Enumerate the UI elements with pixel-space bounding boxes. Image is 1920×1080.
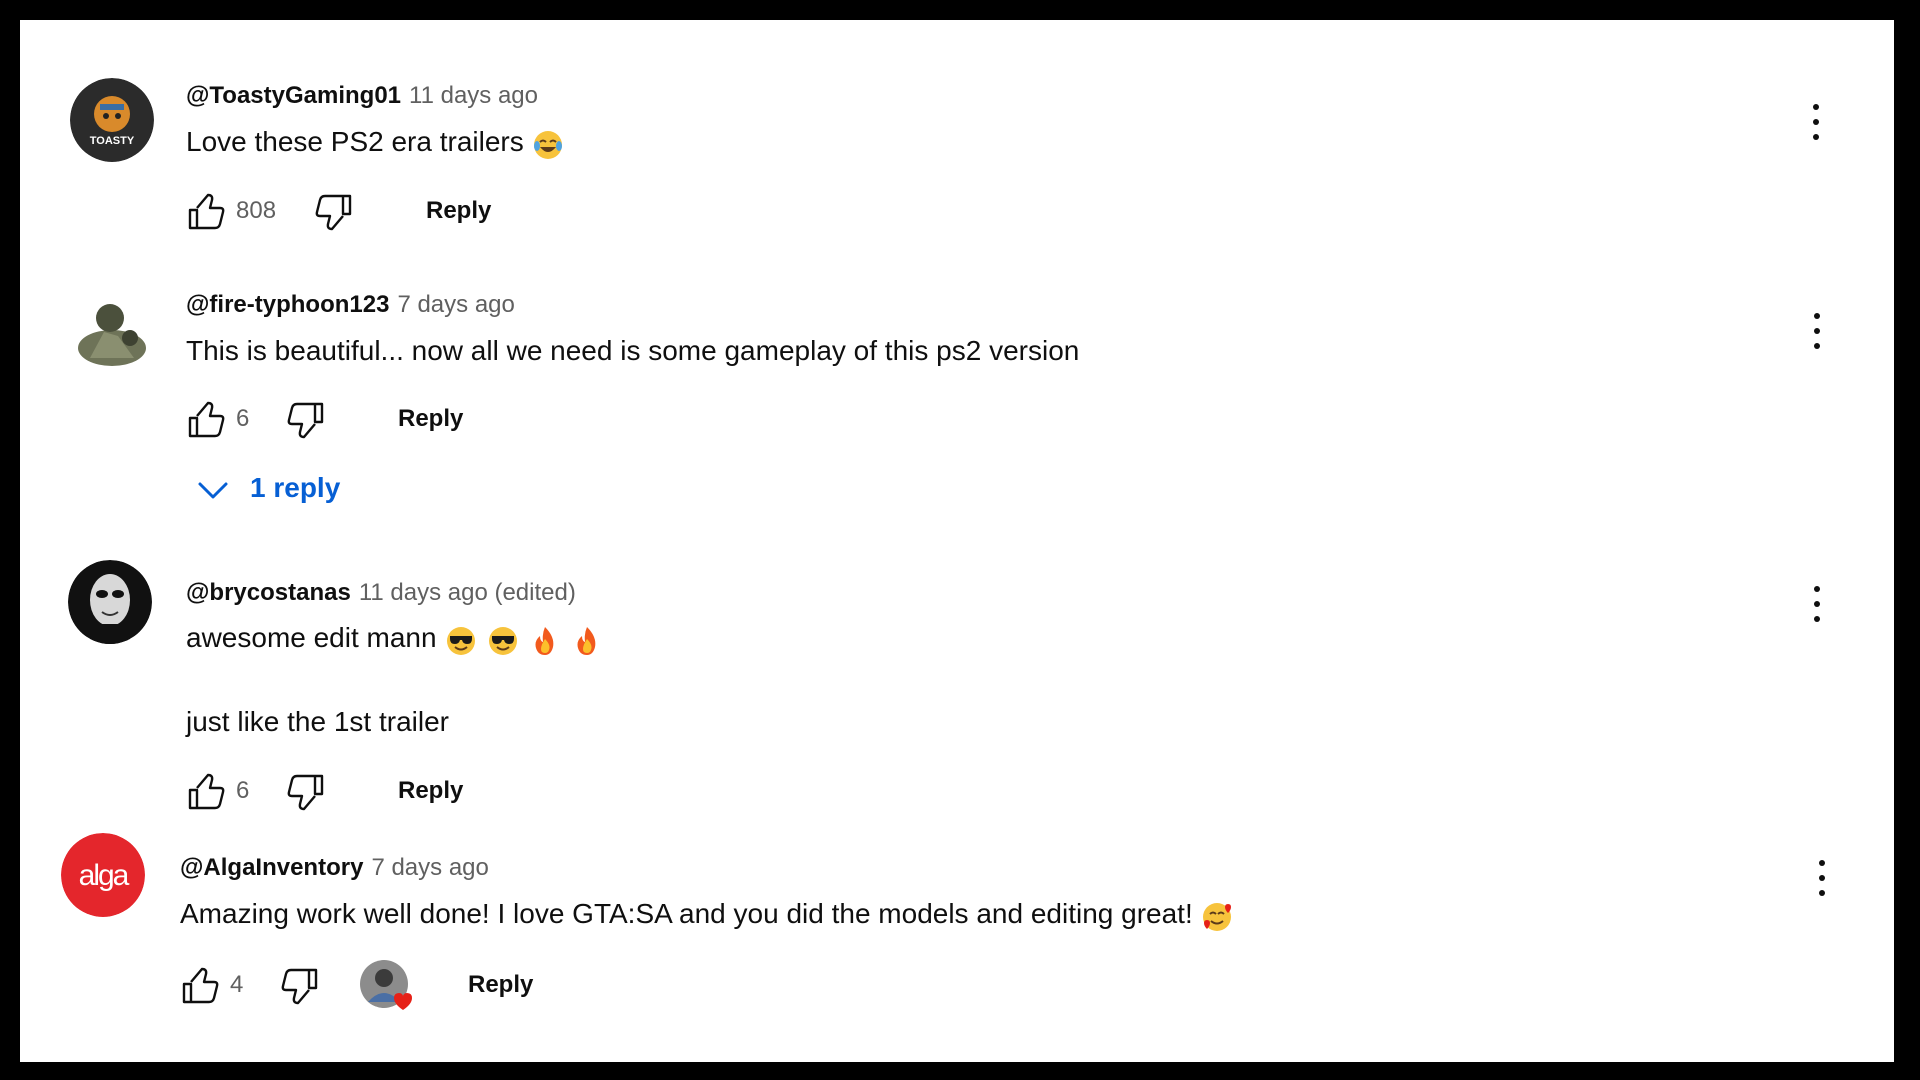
comment-body: This is beautiful... now all we need is … bbox=[186, 335, 1080, 366]
creator-avatar-icon bbox=[360, 960, 412, 1010]
comment-header: @ToastyGaming01 11 days ago bbox=[186, 81, 538, 111]
comment-author[interactable]: @fire-typhoon123 bbox=[186, 291, 389, 318]
fire-icon bbox=[577, 627, 595, 656]
more-actions-icon[interactable] bbox=[1806, 100, 1826, 144]
comment-actions: 6 Reply bbox=[184, 398, 584, 442]
comment-time[interactable]: 11 days ago bbox=[409, 82, 538, 109]
like-count: 808 bbox=[236, 197, 277, 224]
comment-time[interactable]: 7 days ago bbox=[397, 291, 514, 318]
face-with-tears-of-joy-icon bbox=[533, 131, 562, 160]
more-actions-icon[interactable] bbox=[1812, 856, 1832, 900]
avatar[interactable]: TOASTY bbox=[70, 78, 154, 162]
comment-time[interactable]: 11 days ago (edited) bbox=[359, 579, 576, 606]
comment-text: awesome edit mann bbox=[186, 620, 613, 658]
like-count: 4 bbox=[230, 971, 244, 998]
comment-text-line2: just like the 1st trailer bbox=[186, 704, 449, 740]
comment-actions: 808 Reply bbox=[184, 190, 584, 234]
avatar-logo-text: alga bbox=[79, 859, 130, 892]
replies-count-label: 1 reply bbox=[250, 472, 341, 503]
comment-header: @fire-typhoon123 7 days ago bbox=[186, 290, 515, 320]
more-actions-icon[interactable] bbox=[1807, 309, 1827, 353]
smiling-face-with-hearts-icon bbox=[1202, 903, 1231, 932]
comment-body: Love these PS2 era trailers bbox=[186, 126, 524, 157]
reply-button[interactable]: Reply bbox=[398, 404, 463, 434]
dislike-icon[interactable] bbox=[284, 398, 328, 442]
view-replies-button[interactable]: 1 reply bbox=[196, 468, 416, 508]
like-icon[interactable] bbox=[184, 398, 228, 442]
chevron-down-icon bbox=[198, 482, 228, 499]
comment-header: @brycostanas 11 days ago (edited) bbox=[186, 578, 576, 608]
like-count: 6 bbox=[236, 777, 250, 804]
dislike-icon[interactable] bbox=[312, 190, 356, 234]
comment-body: just like the 1st trailer bbox=[186, 706, 449, 737]
comment-actions: 4 Reply bbox=[178, 960, 598, 1020]
fire-icon bbox=[535, 627, 553, 656]
comment-author[interactable]: @ToastyGaming01 bbox=[186, 82, 401, 109]
avatar-logo-text: TOASTY bbox=[90, 135, 135, 147]
comment-time[interactable]: 7 days ago bbox=[371, 854, 488, 881]
comment-text: Amazing work well done! I love GTA:SA an… bbox=[180, 896, 1243, 934]
comment-text: This is beautiful... now all we need is … bbox=[186, 333, 1079, 369]
comment-header: @AlgaInventory 7 days ago bbox=[180, 853, 489, 883]
comment-body: awesome edit mann bbox=[186, 622, 437, 653]
more-actions-icon[interactable] bbox=[1807, 582, 1827, 626]
avatar[interactable]: alga bbox=[61, 833, 145, 917]
dislike-icon[interactable] bbox=[278, 964, 322, 1008]
comment-actions: 6 Reply bbox=[184, 770, 584, 814]
reply-button[interactable]: Reply bbox=[468, 970, 533, 1000]
like-icon[interactable] bbox=[184, 190, 228, 234]
avatar[interactable] bbox=[70, 288, 154, 372]
comment-text: Love these PS2 era trailers bbox=[186, 124, 574, 162]
reply-button[interactable]: Reply bbox=[426, 196, 491, 226]
sunglasses-face-icon bbox=[488, 627, 517, 656]
avatar[interactable] bbox=[68, 560, 152, 644]
comments-panel: TOASTY @ToastyGaming01 11 days ago Love t… bbox=[20, 20, 1894, 1062]
like-count: 6 bbox=[236, 405, 250, 432]
creator-heart-badge bbox=[360, 960, 412, 1012]
like-icon[interactable] bbox=[184, 770, 228, 814]
comment-author[interactable]: @brycostanas bbox=[186, 579, 351, 606]
reply-button[interactable]: Reply bbox=[398, 776, 463, 806]
comment-author[interactable]: @AlgaInventory bbox=[180, 854, 363, 881]
like-icon[interactable] bbox=[178, 964, 222, 1008]
comment-body: Amazing work well done! I love GTA:SA an… bbox=[180, 898, 1193, 929]
dislike-icon[interactable] bbox=[284, 770, 328, 814]
sunglasses-face-icon bbox=[446, 627, 475, 656]
